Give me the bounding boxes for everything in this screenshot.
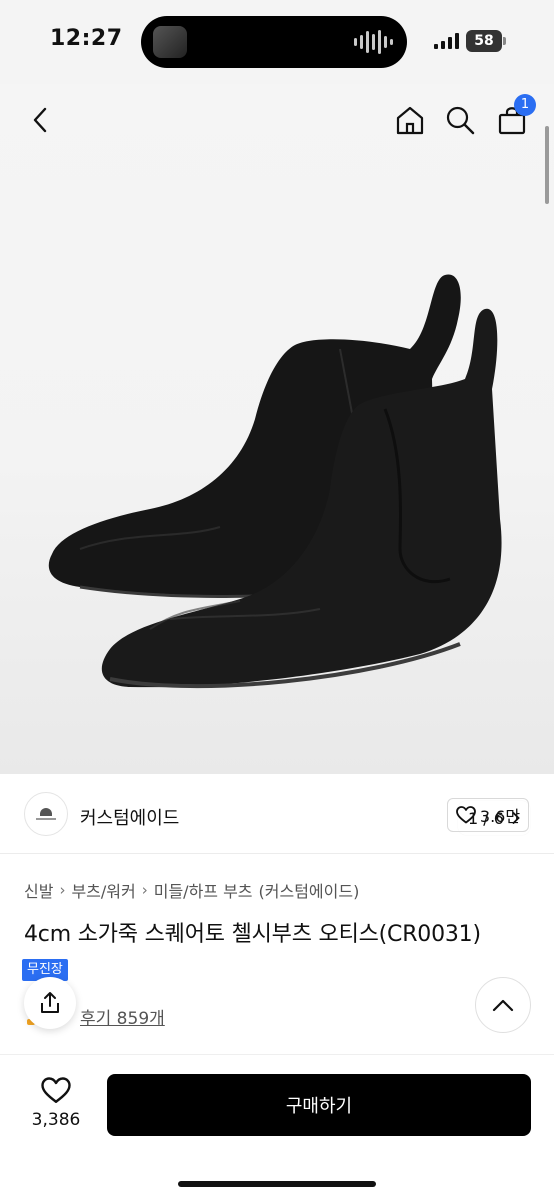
search-icon xyxy=(446,106,475,135)
breadcrumb-item[interactable]: 부츠/워커 xyxy=(71,878,135,902)
audio-waveform-icon xyxy=(354,29,393,55)
chevron-right-icon: › xyxy=(59,881,66,899)
wishlist-count: 3,386 xyxy=(31,1110,81,1130)
back-button[interactable] xyxy=(22,102,58,138)
brand-row: 커스텀에이드 3.6만 xyxy=(0,774,554,854)
breadcrumb-item[interactable]: 미들/하프 부츠 xyxy=(154,878,253,902)
breadcrumb: 신발 › 부츠/워커 › 미들/하프 부츠 (커스텀에이드) xyxy=(24,878,359,902)
share-icon xyxy=(41,992,59,1013)
boots-illustration xyxy=(48,274,502,689)
heart-icon xyxy=(41,1077,71,1103)
product-title: 4cm 소가죽 스퀘어토 첼시부츠 오티스(CR0031) xyxy=(24,922,481,947)
brand-logo[interactable] xyxy=(24,792,68,836)
battery-indicator: 58 xyxy=(466,30,506,52)
home-indicator xyxy=(178,1181,376,1187)
wishlist-button[interactable]: 3,386 xyxy=(28,1077,84,1130)
chevron-right-icon: › xyxy=(141,881,148,899)
cell-signal-icon xyxy=(434,33,459,49)
breadcrumb-item[interactable]: 신발 xyxy=(24,878,53,902)
review-link[interactable]: 후기 859개 xyxy=(80,1004,165,1029)
chevron-left-icon xyxy=(33,107,47,133)
share-button[interactable] xyxy=(24,977,76,1029)
home-icon xyxy=(396,106,424,135)
dynamic-island xyxy=(141,16,407,68)
search-button[interactable] xyxy=(442,102,478,138)
breadcrumb-item[interactable]: (커스텀에이드) xyxy=(259,878,360,902)
home-button[interactable] xyxy=(392,102,428,138)
scroll-to-top-button[interactable] xyxy=(475,977,531,1033)
buy-button[interactable]: 구매하기 xyxy=(107,1074,531,1136)
brand-like-button[interactable]: 3.6만 xyxy=(447,798,529,832)
now-playing-thumbnail xyxy=(153,26,187,58)
heart-icon xyxy=(456,806,476,824)
cart-count-badge: 1 xyxy=(514,94,536,116)
chevron-up-icon xyxy=(492,999,514,1012)
brand-like-count: 3.6만 xyxy=(479,807,521,826)
purchase-bar: 3,386 구매하기 xyxy=(0,1054,554,1200)
product-image[interactable]: 1 / 6 xyxy=(0,84,554,835)
cart-button[interactable]: 1 xyxy=(494,94,536,138)
top-navigation: 1 xyxy=(0,84,554,156)
status-bar: 12:27 58 xyxy=(0,0,554,84)
scrollbar[interactable] xyxy=(545,126,549,204)
brand-name[interactable]: 커스텀에이드 xyxy=(80,804,179,830)
status-time: 12:27 xyxy=(50,26,123,51)
